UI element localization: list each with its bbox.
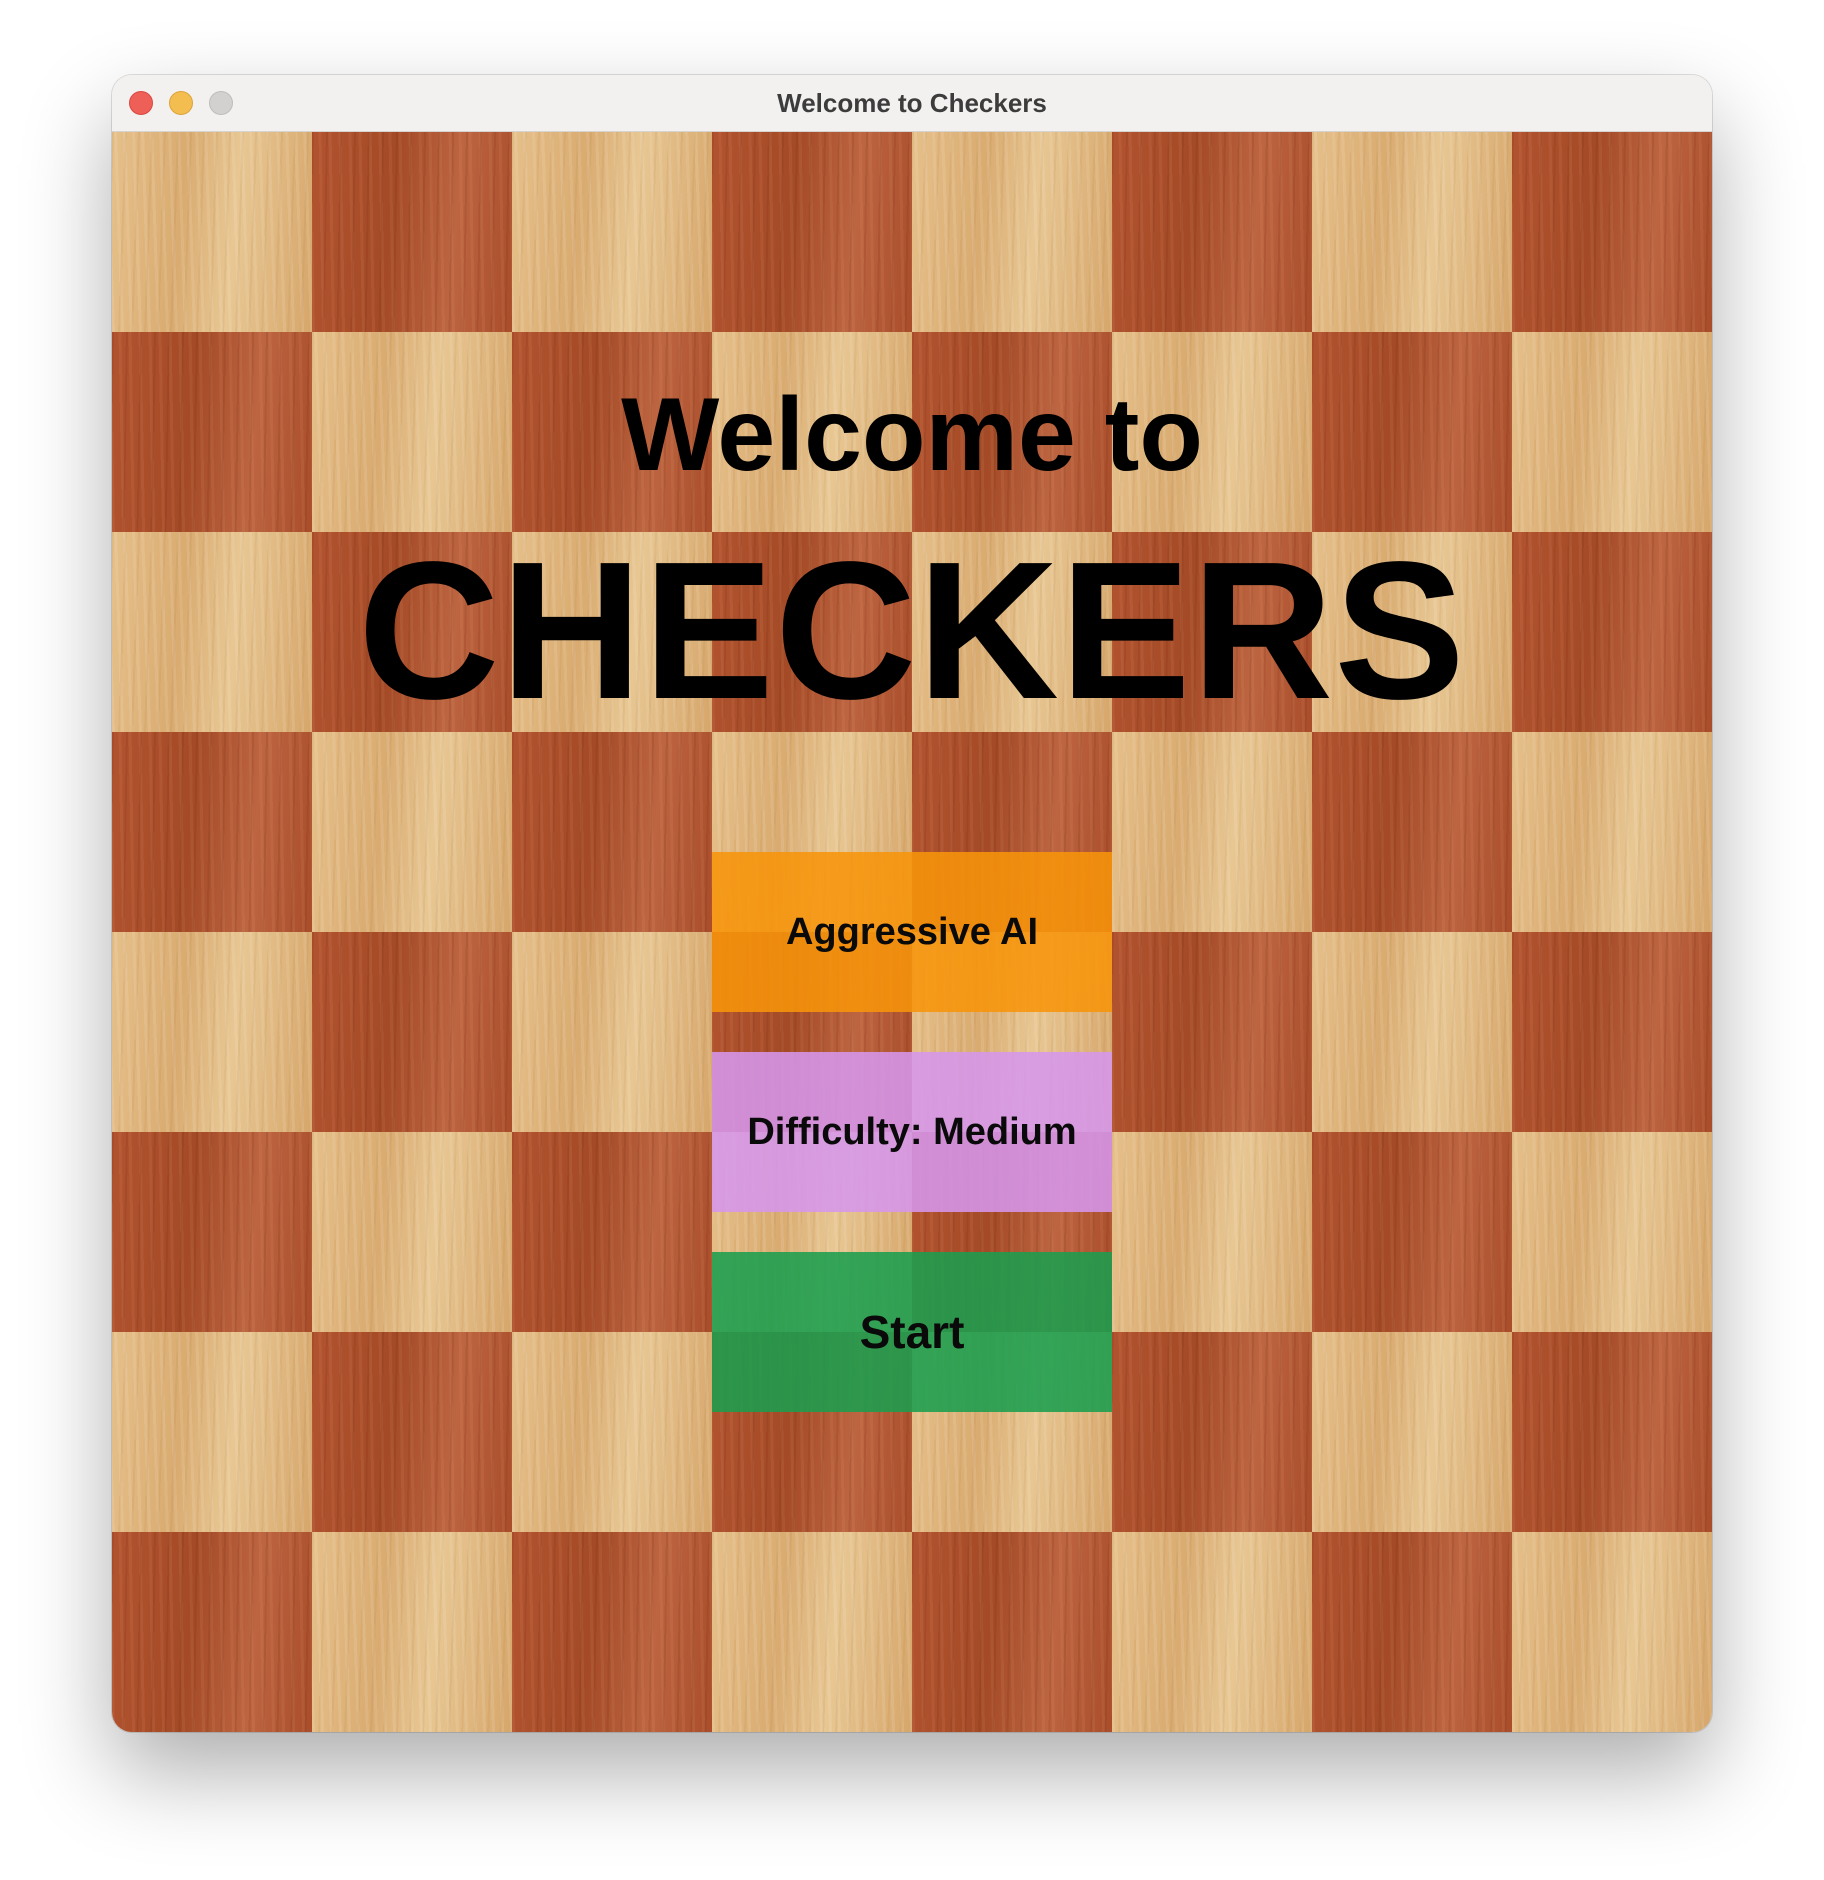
board-square-dark — [312, 132, 512, 332]
board-square-light — [1312, 932, 1512, 1132]
board-square-dark — [912, 1532, 1112, 1732]
board-square-dark — [112, 732, 312, 932]
board-square-dark — [1512, 1332, 1712, 1532]
app-window: Welcome to Checkers Welcome to CHECKERS … — [112, 75, 1712, 1732]
board-square-light — [312, 1532, 512, 1732]
start-button[interactable]: Start — [712, 1252, 1112, 1412]
board-square-light — [112, 132, 312, 332]
board-square-light — [1512, 732, 1712, 932]
difficulty-button[interactable]: Difficulty: Medium — [712, 1052, 1112, 1212]
board-square-light — [1512, 1132, 1712, 1332]
board-square-dark — [512, 1132, 712, 1332]
board-square-light — [512, 132, 712, 332]
board-square-light — [1312, 132, 1512, 332]
board-square-dark — [1312, 1532, 1512, 1732]
board-square-light — [1312, 1332, 1512, 1532]
welcome-heading: Welcome to — [621, 377, 1203, 493]
board-square-light — [112, 1332, 312, 1532]
board-square-light — [312, 1132, 512, 1332]
board-square-dark — [112, 1532, 312, 1732]
board-square-dark — [1112, 932, 1312, 1132]
board-square-light — [1512, 1532, 1712, 1732]
board-square-light — [912, 132, 1112, 332]
game-title: CHECKERS — [358, 521, 1466, 740]
board-square-dark — [712, 132, 912, 332]
board-square-light — [512, 932, 712, 1132]
board-square-dark — [1312, 732, 1512, 932]
board-square-dark — [512, 1532, 712, 1732]
board-square-dark — [1512, 932, 1712, 1132]
board-square-light — [1112, 732, 1312, 932]
board-square-dark — [1512, 132, 1712, 332]
board-square-dark — [112, 1132, 312, 1332]
aggressive-ai-button[interactable]: Aggressive AI — [712, 852, 1112, 1012]
window-title: Welcome to Checkers — [777, 88, 1047, 118]
board-square-light — [1112, 1532, 1312, 1732]
board-square-dark — [312, 932, 512, 1132]
board-square-light — [112, 932, 312, 1132]
board-square-dark — [312, 1332, 512, 1532]
board-square-light — [512, 1332, 712, 1532]
board-square-dark — [1312, 1132, 1512, 1332]
board-square-dark — [1112, 1332, 1312, 1532]
board-square-light — [1112, 1132, 1312, 1332]
title-bar[interactable]: Welcome to Checkers — [112, 75, 1712, 132]
board-square-light — [712, 1532, 912, 1732]
board-square-light — [312, 732, 512, 932]
board-square-dark — [1112, 132, 1312, 332]
board-square-dark — [512, 732, 712, 932]
